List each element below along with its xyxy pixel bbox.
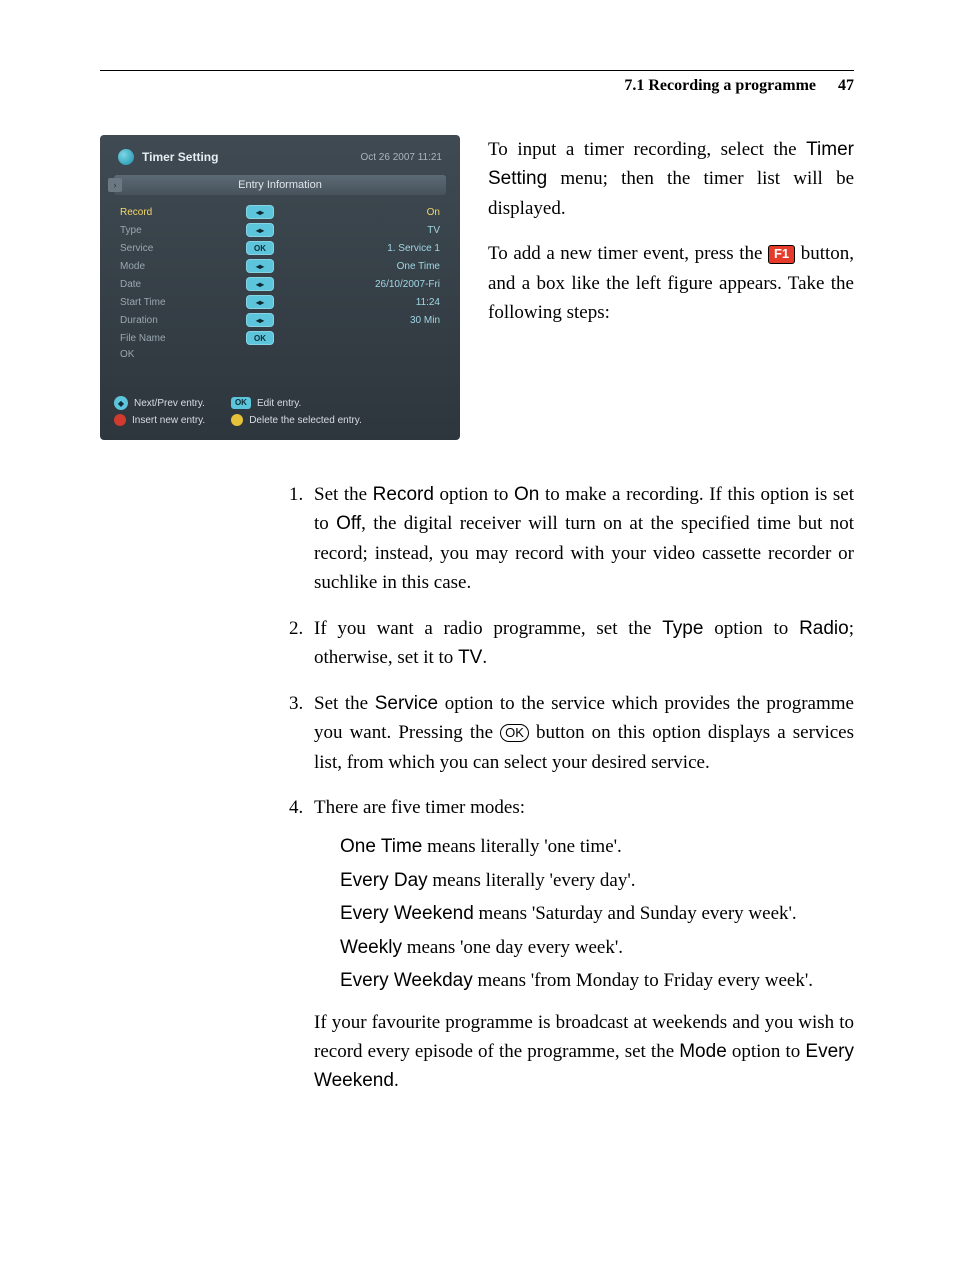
osd-row-key: ◂▸ <box>230 295 290 309</box>
osd-row-value: 26/10/2007-Fri <box>290 279 440 290</box>
timer-icon <box>118 149 134 165</box>
header-page-number: 47 <box>838 77 854 94</box>
intro-p2a: To add a new timer event, press the <box>488 243 768 264</box>
step-2: If you want a radio programme, set the T… <box>308 614 854 673</box>
page-header: 7.1 Recording a programme 47 <box>100 77 854 95</box>
left-right-key-icon: ◂▸ <box>246 295 274 309</box>
yellow-dot-icon <box>231 414 243 426</box>
header-section: 7.1 Recording a programme <box>624 77 816 94</box>
osd-legend: ◆ Next/Prev entry. OK Edit entry. Insert… <box>114 394 446 428</box>
mode-name: Every Day <box>340 870 428 891</box>
osd-row-key: OK <box>230 241 290 255</box>
mode-name: Every Weekday <box>340 970 473 991</box>
legend-next-prev: Next/Prev entry. <box>134 398 205 409</box>
osd-row: File Name OK <box>120 329 440 347</box>
osd-row-value: On <box>290 207 440 218</box>
osd-panel-title-text: Entry Information <box>238 179 322 191</box>
red-dot-icon <box>114 414 126 426</box>
intro-text: To input a timer recording, select the T… <box>488 135 854 440</box>
osd-row-key: ◂▸ <box>230 223 290 237</box>
step-4: There are five timer modes: One Time mea… <box>308 793 854 1096</box>
osd-row-value: 1. Service 1 <box>290 243 440 254</box>
mode-name: Every Weekend <box>340 903 474 924</box>
mode-desc: means literally 'one time'. <box>422 836 621 857</box>
osd-title: Timer Setting <box>142 150 218 164</box>
osd-row-label: Record <box>120 207 230 218</box>
left-right-key-icon: ◂▸ <box>246 277 274 291</box>
left-right-key-icon: ◂▸ <box>246 205 274 219</box>
mode-line: Every Weekday means 'from Monday to Frid… <box>340 966 854 995</box>
osd-row-value: TV <box>290 225 440 236</box>
header-rule <box>100 70 854 71</box>
osd-panel-title: › Entry Information <box>114 175 446 195</box>
osd-row-label: Start Time <box>120 297 230 308</box>
osd-row: OK <box>120 347 440 362</box>
step-1: Set the Record option to On to make a re… <box>308 480 854 598</box>
steps-list: Set the Record option to On to make a re… <box>280 480 854 1096</box>
osd-row-key: ◂▸ <box>230 205 290 219</box>
mode-desc: means 'from Monday to Friday every week'… <box>473 970 813 991</box>
osd-row: Duration ◂▸ 30 Min <box>120 311 440 329</box>
osd-row-key: ◂▸ <box>230 259 290 273</box>
mode-name: One Time <box>340 836 422 857</box>
osd-row-value: 30 Min <box>290 315 440 326</box>
updown-key-icon: ◆ <box>114 396 128 410</box>
ok-key-icon: OK <box>246 331 274 345</box>
legend-insert: Insert new entry. <box>132 415 205 426</box>
mode-desc: means 'one day every week'. <box>402 937 623 958</box>
mode-line: Every Weekend means 'Saturday and Sunday… <box>340 899 854 928</box>
osd-row-label: Type <box>120 225 230 236</box>
mode-line: Weekly means 'one day every week'. <box>340 933 854 962</box>
osd-row: Start Time ◂▸ 11:24 <box>120 293 440 311</box>
mode-desc: means literally 'every day'. <box>428 870 636 891</box>
step-3: Set the Service option to the service wh… <box>308 689 854 777</box>
ok-key-icon: OK <box>231 397 251 409</box>
f1-key-icon: F1 <box>768 245 795 263</box>
legend-delete: Delete the selected entry. <box>249 415 362 426</box>
osd-row-value: 11:24 <box>290 297 440 308</box>
ok-key-inline-icon: OK <box>500 724 529 742</box>
left-right-key-icon: ◂▸ <box>246 223 274 237</box>
osd-datetime: Oct 26 2007 11:21 <box>360 152 442 163</box>
mode-line: Every Day means literally 'every day'. <box>340 866 854 895</box>
osd-row-label: Service <box>120 243 230 254</box>
osd-row-key: OK <box>230 331 290 345</box>
osd-row: Mode ◂▸ One Time <box>120 257 440 275</box>
mode-line: One Time means literally 'one time'. <box>340 832 854 861</box>
osd-row-label: Mode <box>120 261 230 272</box>
osd-row: Date ◂▸ 26/10/2007-Fri <box>120 275 440 293</box>
osd-row-value: One Time <box>290 261 440 272</box>
osd-row-label: Date <box>120 279 230 290</box>
osd-row-label: OK <box>120 349 230 360</box>
left-right-key-icon: ◂▸ <box>246 259 274 273</box>
ok-key-icon: OK <box>246 241 274 255</box>
intro-p1a: To input a timer recording, select the <box>488 139 806 160</box>
osd-row: Service OK 1. Service 1 <box>120 239 440 257</box>
legend-edit: Edit entry. <box>257 398 301 409</box>
mode-name: Weekly <box>340 937 402 958</box>
osd-row-label: Duration <box>120 315 230 326</box>
osd-row: Type ◂▸ TV <box>120 221 440 239</box>
osd-row-key: ◂▸ <box>230 313 290 327</box>
osd-row-label: File Name <box>120 333 230 344</box>
left-right-key-icon: ◂▸ <box>246 313 274 327</box>
osd-row-key: ◂▸ <box>230 277 290 291</box>
chevron-right-icon: › <box>108 178 122 192</box>
step-4-lead: There are five timer modes: <box>314 797 525 818</box>
mode-desc: means 'Saturday and Sunday every week'. <box>474 903 797 924</box>
timer-setting-screenshot: Timer Setting Oct 26 2007 11:21 › Entry … <box>100 135 460 440</box>
osd-row: Record ◂▸ On <box>120 203 440 221</box>
